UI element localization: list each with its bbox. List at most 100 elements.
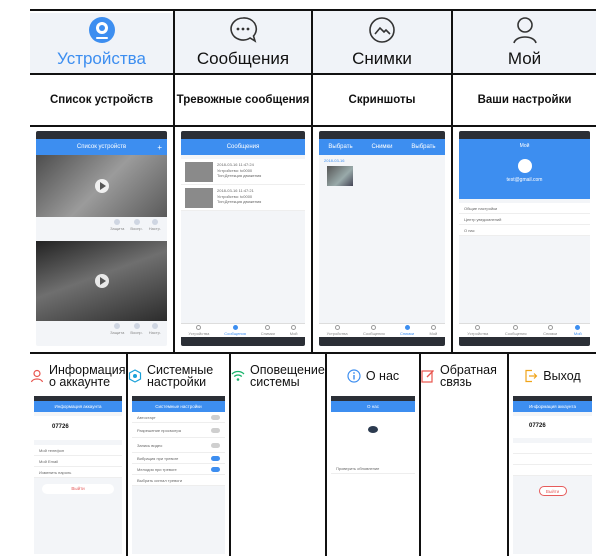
account-user: 07726 <box>513 416 592 438</box>
message-text: 2018-03-16 11:47:24 Устройство: tc0000 Тип… <box>217 162 262 178</box>
tab-label: Устройства <box>57 49 146 68</box>
profile-email: test@gmail.com <box>506 177 543 183</box>
setting-row[interactable]: Автостарт <box>132 412 225 423</box>
play-icon[interactable] <box>94 274 109 288</box>
description-devices: Список устройств <box>30 75 175 125</box>
setting-row[interactable]: Запись видео <box>132 438 225 453</box>
setting-row[interactable]: Мелодия при тревоге <box>132 464 225 475</box>
bottom-tab[interactable]: Устройства <box>467 325 488 336</box>
description-snapshots: Скриншоты <box>313 75 453 125</box>
menu-item[interactable] <box>513 443 592 454</box>
status-bar <box>36 131 167 139</box>
logout-button[interactable]: Выйти <box>538 486 567 496</box>
bottom-tab[interactable]: Снимки <box>261 325 275 336</box>
tab-messages[interactable]: Сообщения <box>175 11 313 73</box>
bottom-tab[interactable]: Мой <box>574 325 582 336</box>
playback-control[interactable]: Воспр. <box>130 323 143 339</box>
toggle-switch[interactable] <box>211 427 220 433</box>
menu-item[interactable] <box>513 454 592 465</box>
protect-control[interactable]: Защита <box>110 323 124 339</box>
bottom-tab[interactable]: Мой <box>429 325 437 336</box>
menu-item[interactable]: Центр уведомлений <box>459 214 590 225</box>
section-label: Обратная связь <box>440 363 497 389</box>
app-bar: Сообщения <box>181 139 305 155</box>
bottom-tab[interactable]: Устройства <box>188 325 209 336</box>
screen-title: Сообщения <box>226 144 260 150</box>
section-header: Информация о аккаунте <box>30 358 126 394</box>
toggle-switch[interactable] <box>211 442 220 448</box>
camera-preview[interactable] <box>36 155 167 217</box>
menu-item[interactable]: Проверить обновление <box>331 463 415 474</box>
bottom-tab[interactable]: Снимки <box>543 325 557 336</box>
add-icon[interactable]: + <box>157 143 162 152</box>
list-item[interactable]: 2018-03-16 11:47:24 Устройство: tc0000 Тип… <box>181 159 305 185</box>
toggle-switch[interactable] <box>211 466 220 472</box>
setting-row[interactable]: Выбрать сигнал тревоги <box>132 475 225 486</box>
tab-header-row: Устройства Сообщения Снимки Мой <box>30 11 596 73</box>
select-button[interactable]: Выбрать <box>411 144 435 150</box>
bottom-tab[interactable]: Сообщения <box>505 325 527 336</box>
phone-screen: Мой test@gmail.com Общие настройки Центр… <box>459 131 590 346</box>
screen-title: Снимки <box>371 144 393 150</box>
tab-devices[interactable]: Устройства <box>30 11 175 73</box>
app-bar: Информация аккаунта <box>34 401 122 412</box>
description-messages: Тревожные сообщения <box>175 75 313 125</box>
menu-item[interactable]: Мой телефон <box>34 445 122 456</box>
tab-profile[interactable]: Мой <box>453 11 596 73</box>
bottom-tab[interactable]: Мой <box>290 325 298 336</box>
section-label: О нас <box>365 369 400 383</box>
phone-screen: Список устройств + Защита Воспр. Настр. З… <box>36 131 167 346</box>
chat-bubble-icon <box>230 17 258 43</box>
protect-control[interactable]: Защита <box>110 219 124 235</box>
select-button[interactable]: Выбрать <box>328 144 352 150</box>
menu-item[interactable]: Общие настройки <box>459 203 590 214</box>
app-bar: О нас <box>331 401 415 412</box>
logout-button[interactable]: Выйти <box>42 484 114 494</box>
bottom-tab[interactable]: Устройства <box>327 325 348 336</box>
status-bar <box>181 131 305 139</box>
bottom-section-row: Информация о аккаунте Информация аккаунт… <box>30 354 596 556</box>
snapshot-thumbnail[interactable] <box>327 166 353 186</box>
play-icon[interactable] <box>94 179 109 193</box>
list-item[interactable]: 2018-03-16 11:47:21 Устройство: tc0000 Тип… <box>181 185 305 211</box>
info-icon <box>347 369 361 383</box>
edit-icon <box>421 370 434 383</box>
messages-screenshot: Сообщения 2018-03-16 11:47:24 Устройство:… <box>175 127 313 352</box>
playback-control[interactable]: Воспр. <box>130 219 143 235</box>
menu-item[interactable]: Изменить пароль <box>34 467 122 478</box>
phone-screen: О нас Проверить обновление <box>331 396 415 554</box>
snapshots-screenshot: Выбрать Снимки Выбрать 2018-03-16 Устрой… <box>313 127 453 352</box>
wifi-icon <box>231 370 245 381</box>
bottom-tab-bar: Устройства Сообщения Снимки Мой <box>181 323 305 337</box>
phone-screen: Системные настройки Автостарт Разрешение… <box>132 396 225 554</box>
section-feedback: Обратная связь <box>421 354 509 556</box>
phone-screen: Информация аккаунта 07726 Мой телефон Мо… <box>34 396 122 554</box>
tab-label: Сообщения <box>196 49 290 68</box>
message-text: 2018-03-16 11:47:21 Устройство: tc0000 Тип… <box>217 188 262 204</box>
setting-row[interactable]: Разрешение просмотра <box>132 423 225 438</box>
section-label: Информация о аккаунте <box>49 363 126 389</box>
settings-control[interactable]: Настр. <box>149 219 161 235</box>
camera-controls: Защита Воспр. Настр. <box>36 323 167 339</box>
camera-preview[interactable] <box>36 241 167 321</box>
menu-item[interactable] <box>513 465 592 476</box>
empty-screenshot <box>425 396 503 554</box>
bottom-tab[interactable]: Снимки <box>400 325 414 336</box>
section-header: Системные настройки <box>128 358 229 394</box>
bottom-tab[interactable]: Сообщения <box>224 325 246 336</box>
tab-snapshots[interactable]: Снимки <box>313 11 453 73</box>
menu-item[interactable]: О нас <box>459 225 590 236</box>
screenshot-row: Список устройств + Защита Воспр. Настр. З… <box>30 127 596 352</box>
settings-control[interactable]: Настр. <box>149 323 161 339</box>
phone-screen: Информация аккаунта 07726 Выйти <box>513 396 592 554</box>
setting-row[interactable]: Вибрация при тревоге <box>132 453 225 464</box>
toggle-switch[interactable] <box>211 414 220 420</box>
bottom-tab[interactable]: Сообщения <box>363 325 385 336</box>
toggle-switch[interactable] <box>211 455 220 461</box>
status-bar <box>319 131 445 139</box>
photo-icon <box>369 17 395 43</box>
status-bar <box>459 131 590 139</box>
avatar[interactable] <box>517 159 532 173</box>
menu-item[interactable]: Мой Email <box>34 456 122 467</box>
message-thumbnail <box>185 162 213 182</box>
